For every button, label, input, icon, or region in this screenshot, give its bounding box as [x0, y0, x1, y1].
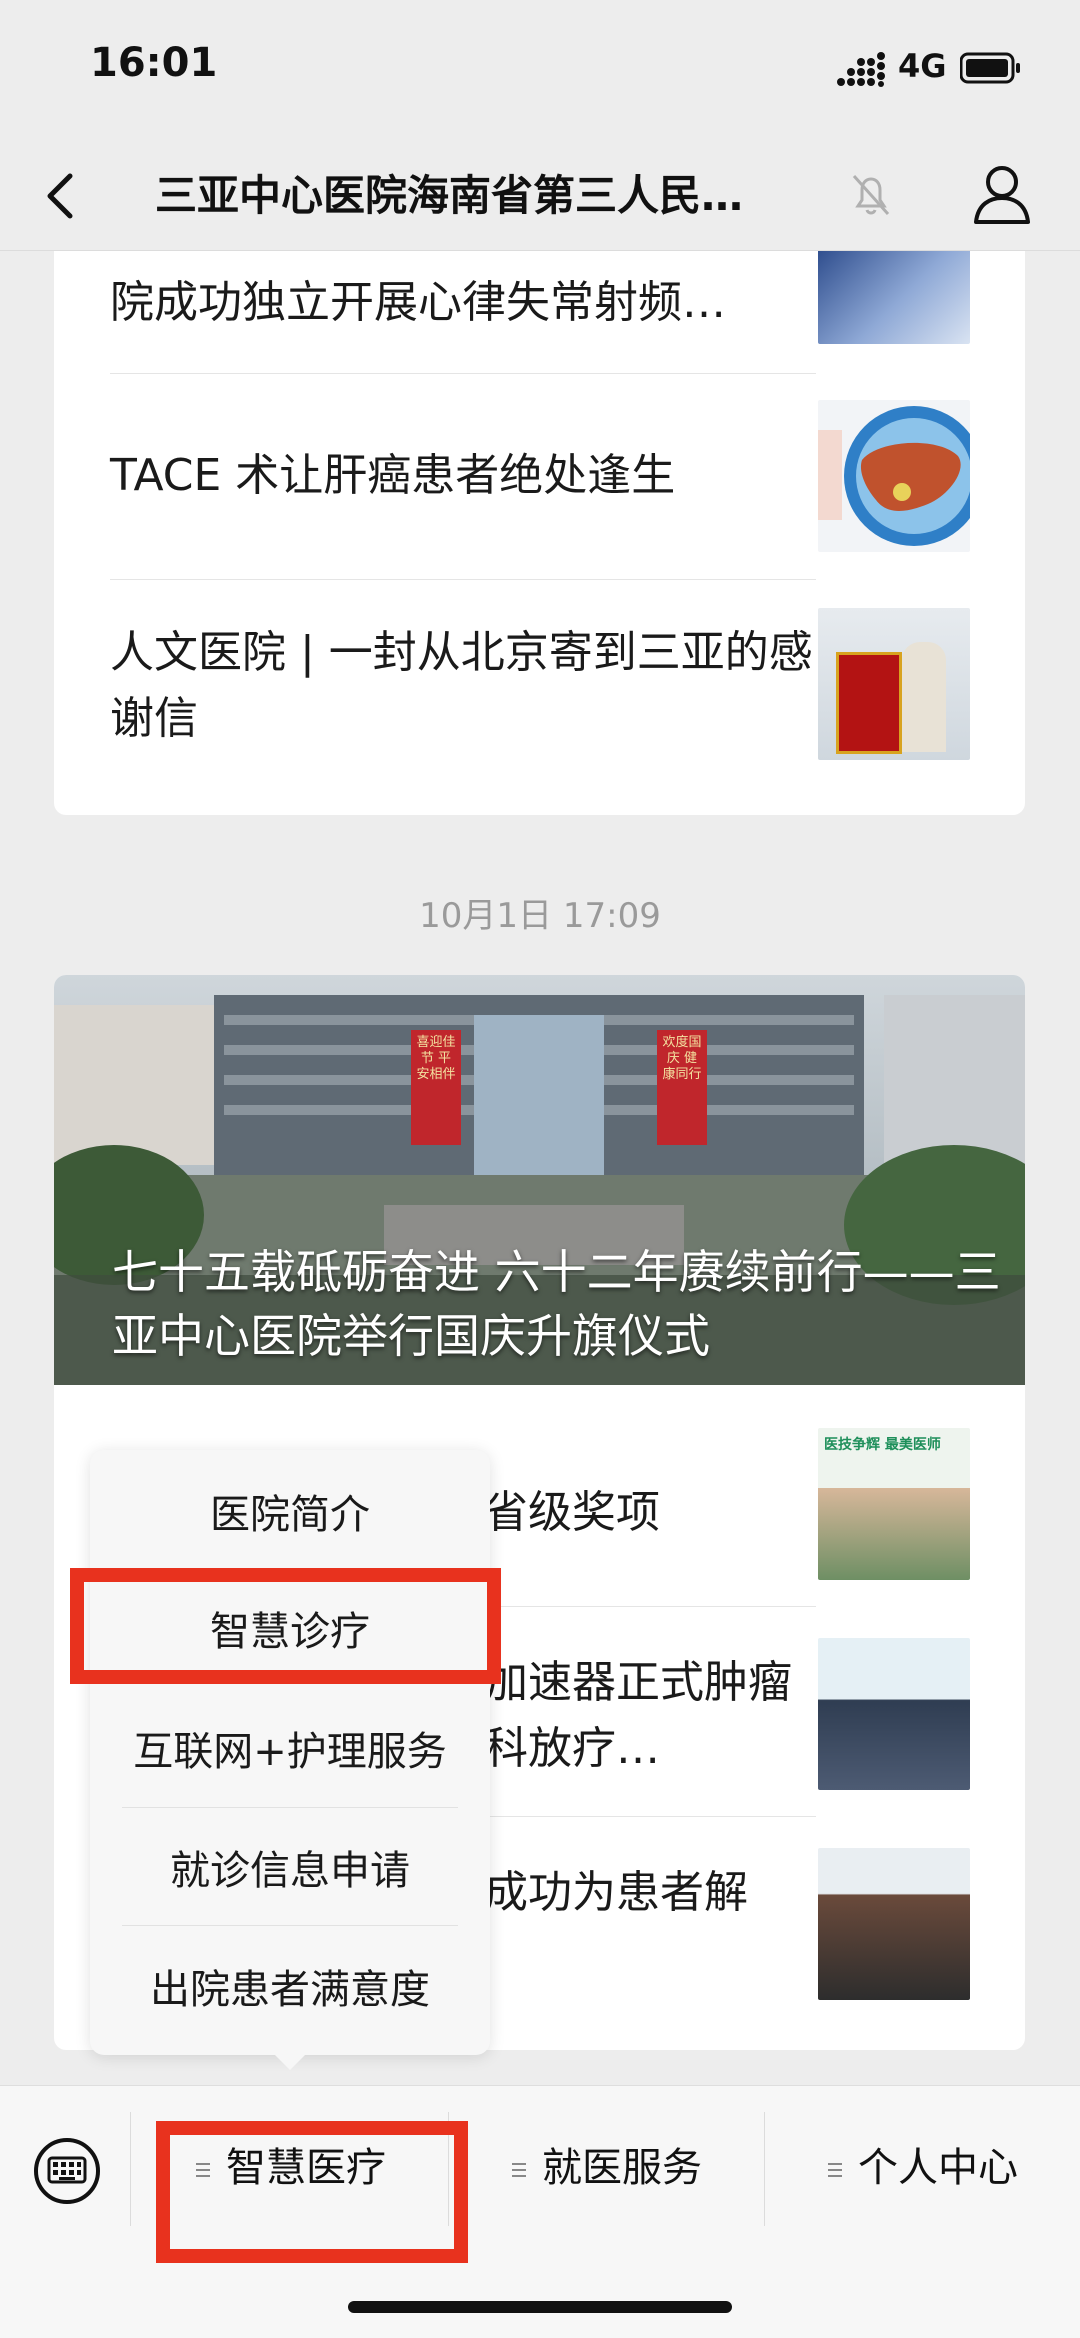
article-item[interactable]: 省级奖项	[484, 1480, 814, 1546]
network-label: 4G	[898, 47, 947, 85]
battery-icon	[960, 52, 1020, 84]
article-item[interactable]: 院成功独立开展心律失常射频…	[110, 270, 816, 336]
article-item[interactable]: TACE 术让肝癌患者绝处逢生	[110, 443, 816, 509]
featured-article-banner[interactable]: 喜迎佳节 平安相伴 欢度国庆 健康同行 七十五载砥砺奋进 六十二年赓续前行——三…	[54, 975, 1025, 1385]
signal-icon	[837, 52, 885, 87]
person-figure	[902, 642, 946, 752]
status-bar: 16:01 4G	[0, 0, 1080, 140]
menu-separator	[764, 2112, 765, 2226]
article-title: 加速器正式肿瘤科放疗…	[484, 1657, 792, 1774]
submenu-popup: 医院简介 智慧诊疗 互联网+护理服务 就诊信息申请 出院患者满意度	[90, 1450, 490, 2070]
banner-slogan-right: 欢度国庆 健康同行	[662, 1035, 702, 1082]
popup-pointer	[270, 2050, 310, 2070]
article-item[interactable]: 加速器正式肿瘤科放疗…	[484, 1650, 814, 1782]
banner-slogan-left: 喜迎佳节 平安相伴	[416, 1035, 456, 1082]
highlight-box-smart-diagnosis	[70, 1568, 501, 1684]
article-item[interactable]: 人文医院 | 一封从北京寄到三亚的感谢信	[110, 620, 816, 752]
menu-lines-icon	[512, 2163, 526, 2177]
article-title: TACE 术让肝癌患者绝处逢生	[110, 450, 676, 501]
article-title: 省级奖项	[484, 1487, 660, 1538]
keyboard-icon[interactable]	[32, 2136, 102, 2206]
article-thumbnail[interactable]	[818, 244, 970, 344]
home-indicator[interactable]	[348, 2301, 732, 2313]
article-card-1: 院成功独立开展心律失常射频… TACE 术让肝癌患者绝处逢生 人文医院 | 一封…	[54, 200, 1025, 815]
article-title: 人文医院 | 一封从北京寄到三亚的感谢信	[110, 627, 813, 744]
highlight-box-smart-medical-tab	[156, 2121, 468, 2263]
article-item[interactable]: 成功为患者解	[484, 1860, 814, 1926]
menu-item-visit-info-application[interactable]: 就诊信息申请	[90, 1841, 490, 1901]
menu-separator	[130, 2112, 131, 2226]
group-photo	[818, 1488, 970, 1580]
back-icon[interactable]	[38, 168, 88, 224]
article-thumbnail[interactable]	[818, 400, 970, 552]
menu-item-internet-nursing[interactable]: 互联网+护理服务	[90, 1722, 490, 1782]
divider	[110, 579, 816, 580]
liver-illustration	[818, 406, 970, 546]
status-time: 16:01	[90, 40, 218, 86]
article-thumbnail[interactable]	[818, 1638, 970, 1790]
menu-item-hospital-intro[interactable]: 医院简介	[90, 1485, 490, 1545]
menu-lines-icon	[828, 2163, 842, 2177]
article-thumbnail[interactable]: 医技争辉 最美医师	[818, 1428, 970, 1580]
menu-tab-label: 个人中心	[858, 2145, 1018, 2191]
profile-icon[interactable]	[972, 162, 1032, 226]
nav-bar: 三亚中心医院海南省第三人民…	[0, 140, 1080, 251]
divider	[110, 373, 816, 374]
banner-pennant	[836, 652, 902, 754]
menu-tab-personal-center[interactable]: 个人中心	[828, 2136, 1018, 2200]
article-title: 成功为患者解	[484, 1867, 748, 1918]
menu-tab-medical-services[interactable]: 就医服务	[512, 2136, 702, 2200]
menu-divider	[122, 1925, 458, 1926]
menu-divider	[122, 1807, 458, 1808]
date-label: 10月1日 17:09	[419, 896, 661, 936]
menu-tab-label: 就医服务	[542, 2145, 702, 2191]
page-title: 三亚中心医院海南省第三人民…	[155, 171, 744, 220]
article-title: 院成功独立开展心律失常射频…	[110, 277, 726, 328]
article-thumbnail[interactable]	[818, 1848, 970, 2000]
menu-item-discharge-satisfaction[interactable]: 出院患者满意度	[90, 1960, 490, 2020]
featured-article-title: 七十五载砥砺奋进 六十二年赓续前行——三亚中心医院举行国庆升旗仪式	[112, 1245, 1001, 1363]
thumbnail-caption: 医技争辉 最美医师	[824, 1437, 941, 1453]
mute-bell-icon	[852, 174, 890, 216]
article-thumbnail[interactable]	[818, 608, 970, 760]
